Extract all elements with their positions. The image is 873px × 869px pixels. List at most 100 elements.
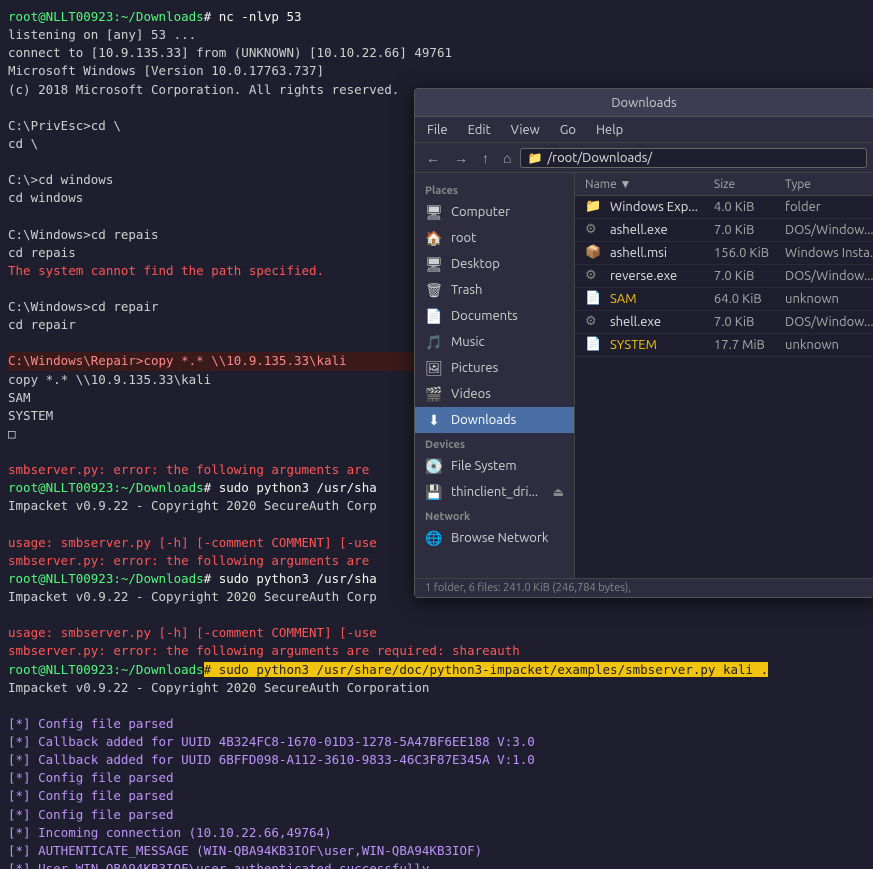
menu-edit[interactable]: Edit bbox=[464, 121, 495, 139]
file-name: ashell.exe bbox=[610, 223, 668, 237]
sidebar-item-browsenetwork-label: Browse Network bbox=[451, 531, 548, 545]
terminal-line-29: root@NLLT00923:~/Downloads# sudo python3… bbox=[8, 661, 865, 679]
table-row[interactable]: ⚙ shell.exe 7.0 KiB DOS/Window... bbox=[575, 311, 873, 334]
documents-icon: 📄 bbox=[425, 307, 443, 325]
up-button[interactable]: ↑ bbox=[477, 147, 494, 169]
exe-icon: ⚙ bbox=[585, 268, 601, 284]
eject-icon[interactable]: ⏏ bbox=[553, 485, 564, 499]
sidebar-item-pictures-label: Pictures bbox=[451, 361, 498, 375]
sidebar-item-browsenetwork[interactable]: 🌐 Browse Network bbox=[415, 525, 574, 551]
file-type: DOS/Window... bbox=[777, 219, 873, 242]
exe-icon: ⚙ bbox=[585, 314, 601, 330]
terminal-line-36: [*] Config file parsed bbox=[8, 806, 865, 824]
sidebar-item-downloads[interactable]: ⬇ Downloads bbox=[415, 407, 574, 433]
terminal-line-4: Microsoft Windows [Version 10.0.17763.73… bbox=[8, 62, 865, 80]
root-icon: 🏠 bbox=[425, 229, 443, 247]
table-row[interactable]: 📄 SAM 64.0 KiB unknown bbox=[575, 288, 873, 311]
desktop-icon: 🖥 bbox=[425, 255, 443, 273]
sidebar-item-desktop-label: Desktop bbox=[451, 257, 500, 271]
sidebar-item-trash-label: Trash bbox=[451, 283, 482, 297]
terminal-line-1: root@NLLT00923:~/Downloads# nc -nlvp 53 bbox=[8, 8, 865, 26]
file-name: Windows Exp... bbox=[610, 200, 698, 214]
address-folder-icon: 📁 bbox=[527, 151, 542, 165]
unknown-icon: 📄 bbox=[585, 291, 601, 307]
sidebar-item-music[interactable]: 🎵 Music bbox=[415, 329, 574, 355]
terminal-line-31: [*] Config file parsed bbox=[8, 715, 865, 733]
statusbar: 1 folder, 6 files: 241.0 KiB (246,784 by… bbox=[415, 578, 873, 597]
sidebar-item-videos[interactable]: 🎬 Videos bbox=[415, 381, 574, 407]
file-type: unknown bbox=[777, 288, 873, 311]
file-manager-toolbar: ← → ↑ ⌂ 📁 /root/Downloads/ bbox=[415, 143, 873, 173]
sidebar-item-documents[interactable]: 📄 Documents bbox=[415, 303, 574, 329]
thinclient-icon: 💾 bbox=[425, 483, 443, 501]
menu-file[interactable]: File bbox=[423, 121, 452, 139]
file-type: folder bbox=[777, 196, 873, 219]
music-icon: 🎵 bbox=[425, 333, 443, 351]
col-name-header[interactable]: Name ▼ bbox=[575, 173, 706, 196]
places-label: Places bbox=[415, 179, 574, 199]
sidebar-item-desktop[interactable]: 🖥 Desktop bbox=[415, 251, 574, 277]
sidebar-item-root[interactable]: 🏠 root bbox=[415, 225, 574, 251]
table-row[interactable]: 📁 Windows Exp... 4.0 KiB folder bbox=[575, 196, 873, 219]
sidebar-item-videos-label: Videos bbox=[451, 387, 491, 401]
terminal-line-28: smbserver.py: error: the following argum… bbox=[8, 642, 865, 660]
table-row[interactable]: ⚙ reverse.exe 7.0 KiB DOS/Window... bbox=[575, 265, 873, 288]
terminal-line-3: connect to [10.9.135.33] from (UNKNOWN) … bbox=[8, 44, 865, 62]
sidebar-item-computer-label: Computer bbox=[451, 205, 510, 219]
terminal-line-39: [*] User WIN-QBA94KB3IOF\user authentica… bbox=[8, 860, 865, 869]
files-table: Name ▼ Size Type 📁 Windows Exp... 4.0 Ki… bbox=[575, 173, 873, 357]
filesystem-icon: 💽 bbox=[425, 457, 443, 475]
file-type: DOS/Window... bbox=[777, 265, 873, 288]
menu-help[interactable]: Help bbox=[592, 121, 627, 139]
folder-icon: 📁 bbox=[585, 199, 601, 215]
file-type: DOS/Window... bbox=[777, 311, 873, 334]
trash-icon: 🗑 bbox=[425, 281, 443, 299]
sidebar: Places 🖥 Computer 🏠 root 🖥 Desktop 🗑 Tra… bbox=[415, 173, 575, 578]
browsenetwork-icon: 🌐 bbox=[425, 529, 443, 547]
file-size: 7.0 KiB bbox=[706, 265, 777, 288]
file-name: shell.exe bbox=[610, 315, 661, 329]
table-row[interactable]: 📄 SYSTEM 17.7 MiB unknown bbox=[575, 334, 873, 357]
menu-go[interactable]: Go bbox=[556, 121, 580, 139]
file-manager-body: Places 🖥 Computer 🏠 root 🖥 Desktop 🗑 Tra… bbox=[415, 173, 873, 578]
home-button[interactable]: ⌂ bbox=[498, 147, 516, 169]
table-row[interactable]: ⚙ ashell.exe 7.0 KiB DOS/Window... bbox=[575, 219, 873, 242]
sidebar-item-filesystem-label: File System bbox=[451, 459, 517, 473]
file-size: 7.0 KiB bbox=[706, 219, 777, 242]
sidebar-item-music-label: Music bbox=[451, 335, 485, 349]
videos-icon: 🎬 bbox=[425, 385, 443, 403]
sidebar-item-pictures[interactable]: 🖼 Pictures bbox=[415, 355, 574, 381]
terminal-line-32: [*] Callback added for UUID 4B324FC8-167… bbox=[8, 733, 865, 751]
sidebar-item-filesystem[interactable]: 💽 File System bbox=[415, 453, 574, 479]
file-manager-titlebar: Downloads bbox=[415, 89, 873, 117]
pictures-icon: 🖼 bbox=[425, 359, 443, 377]
sidebar-item-computer[interactable]: 🖥 Computer bbox=[415, 199, 574, 225]
terminal-line-30: Impacket v0.9.22 - Copyright 2020 Secure… bbox=[8, 679, 865, 697]
terminal-line-34: [*] Config file parsed bbox=[8, 769, 865, 787]
file-size: 156.0 KiB bbox=[706, 242, 777, 265]
file-name: ashell.msi bbox=[610, 246, 667, 260]
devices-label: Devices bbox=[415, 433, 574, 453]
file-manager-menubar: File Edit View Go Help bbox=[415, 117, 873, 143]
sidebar-item-trash[interactable]: 🗑 Trash bbox=[415, 277, 574, 303]
sidebar-item-thinclient[interactable]: 💾 thinclient_dri... ⏏ bbox=[415, 479, 574, 505]
col-type-header[interactable]: Type bbox=[777, 173, 873, 196]
computer-icon: 🖥 bbox=[425, 203, 443, 221]
back-button[interactable]: ← bbox=[421, 147, 445, 169]
file-name: SAM bbox=[610, 292, 637, 306]
sidebar-item-documents-label: Documents bbox=[451, 309, 518, 323]
terminal-line-33: [*] Callback added for UUID 6BFFD098-A11… bbox=[8, 751, 865, 769]
sidebar-item-thinclient-label: thinclient_dri... bbox=[451, 485, 538, 499]
file-type: unknown bbox=[777, 334, 873, 357]
terminal-line-38: [*] AUTHENTICATE_MESSAGE (WIN-QBA94KB3IO… bbox=[8, 842, 865, 860]
terminal-line-2: listening on [any] 53 ... bbox=[8, 26, 865, 44]
forward-button[interactable]: → bbox=[449, 147, 473, 169]
sidebar-item-downloads-label: Downloads bbox=[451, 413, 516, 427]
menu-view[interactable]: View bbox=[507, 121, 544, 139]
col-size-header[interactable]: Size bbox=[706, 173, 777, 196]
file-size: 64.0 KiB bbox=[706, 288, 777, 311]
table-row[interactable]: 📦 ashell.msi 156.0 KiB Windows Insta... bbox=[575, 242, 873, 265]
downloads-icon: ⬇ bbox=[425, 411, 443, 429]
address-bar[interactable]: 📁 /root/Downloads/ bbox=[520, 148, 867, 168]
file-manager-title: Downloads bbox=[611, 96, 676, 110]
